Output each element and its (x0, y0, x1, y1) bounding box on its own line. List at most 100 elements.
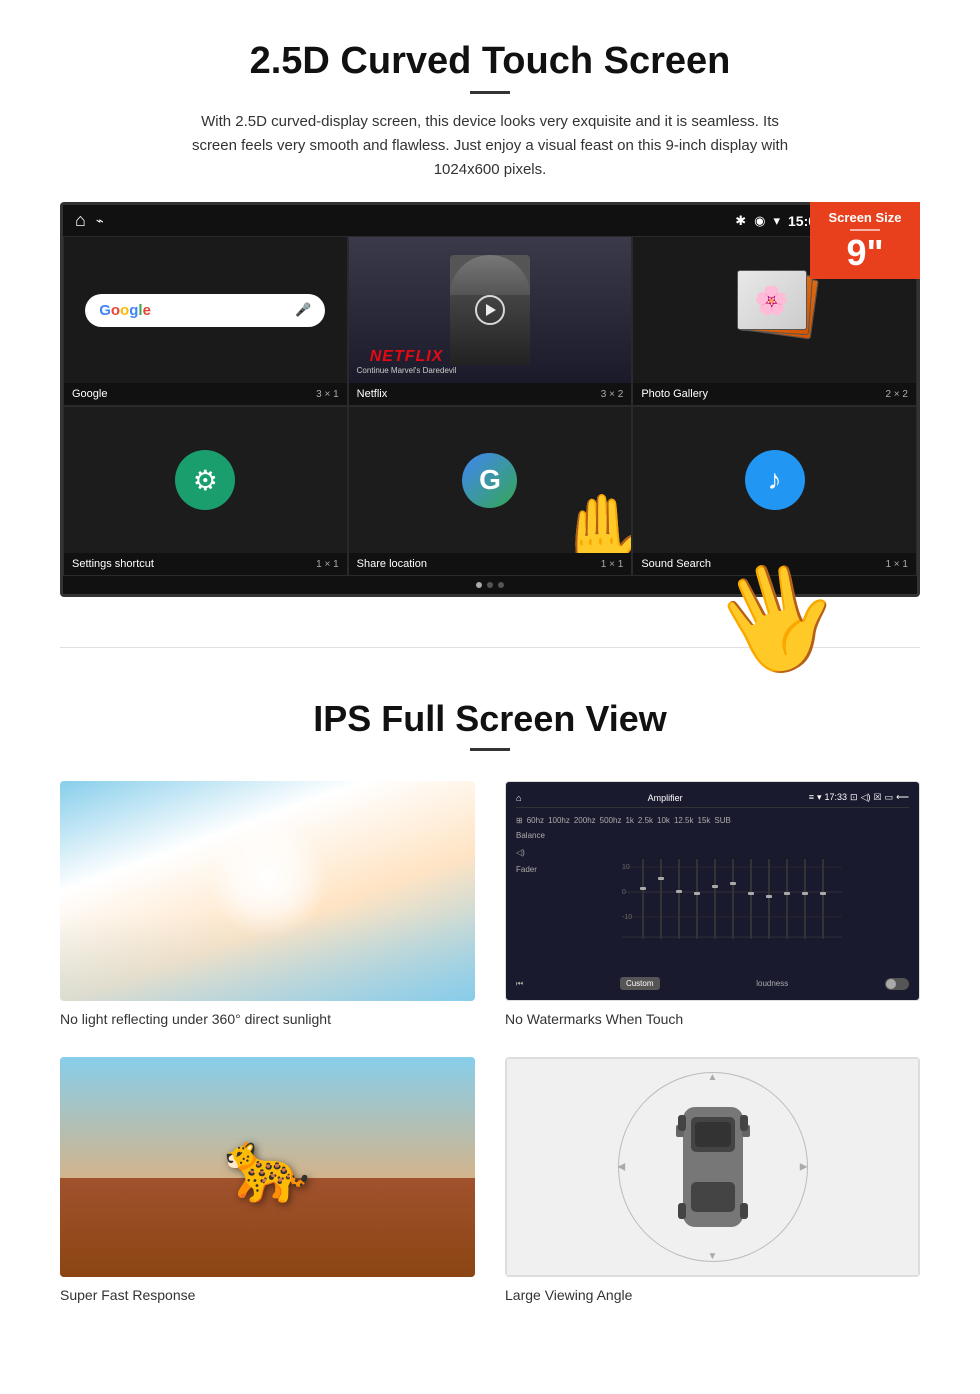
amp-custom-btn[interactable]: Custom (620, 977, 660, 990)
feature-watermark-image: ⌂ Amplifier ≡ ▾ 17:33 ⊡ ◁) ☒ ▭ ⟵ (505, 781, 920, 1001)
svg-text:0: 0 (622, 889, 626, 896)
settings-app-cell[interactable]: ⚙ Settings shortcut 1 × 1 (63, 406, 348, 576)
settings-icon-circle: ⚙ (175, 450, 235, 510)
viewing-angle-circle (618, 1072, 808, 1262)
play-button[interactable] (475, 295, 505, 325)
amp-wifi-icon: ▾ (817, 792, 822, 803)
car-caption: Large Viewing Angle (505, 1287, 920, 1303)
amp-footer: ⏮ Custom loudness (516, 977, 909, 990)
car-container: ▲ ▼ ◀ ▶ (613, 1067, 813, 1267)
sunlight-visual (60, 781, 475, 1001)
microphone-icon[interactable]: 🎤 (295, 302, 311, 318)
google-app-cell[interactable]: Google 🎤 Google 3 × 1 (63, 236, 348, 406)
title-divider (470, 91, 510, 94)
share-label-row: Share location 1 × 1 (349, 553, 632, 575)
badge-divider (850, 229, 880, 231)
wifi-icon: ▾ (773, 213, 780, 229)
gallery-label-size: 2 × 2 (885, 389, 908, 400)
google-app-content: Google 🎤 (64, 237, 347, 383)
dot-1[interactable] (476, 582, 482, 588)
amp-camera-icon: ⊡ (850, 792, 858, 803)
amp-eq-sliders: 10 0 -10 (555, 831, 909, 973)
bluetooth-icon: ✱ (735, 213, 746, 229)
badge-size: 9" (820, 235, 910, 271)
angle-arrow-top: ▲ (708, 1072, 718, 1083)
gear-icon: ⚙ (193, 464, 218, 497)
amp-screen-icon: ▭ (885, 792, 894, 803)
amp-eq-icon: ⊞ (516, 816, 523, 825)
svg-text:-10: -10 (622, 914, 632, 921)
angle-arrow-right: ▶ (800, 1162, 808, 1173)
home-icon[interactable]: ⌂ (75, 210, 86, 231)
amp-bat-icon: ☒ (874, 792, 882, 803)
settings-label-size: 1 × 1 (316, 559, 339, 570)
netflix-app-content: NETFLIX Continue Marvel's Daredevil (349, 237, 632, 383)
svg-text:10: 10 (622, 864, 630, 871)
amp-status-icons: ≡ ▾ 17:33 ⊡ ◁) ☒ ▭ ⟵ (809, 792, 909, 803)
angle-arrow-bottom: ▼ (708, 1251, 718, 1262)
app-grid: Google 🎤 Google 3 × 1 (63, 236, 917, 576)
feature-grid: No light reflecting under 360° direct su… (60, 781, 920, 1303)
amp-balance-label: Balance (516, 831, 551, 840)
amp-vol-label: ◁) (516, 848, 551, 857)
photo-card-1: 🌸 (737, 270, 807, 330)
google-label-row: Google 3 × 1 (64, 383, 347, 405)
share-app-content: G 🤚 (349, 407, 632, 553)
amp-freq-4: 500hz (600, 816, 622, 825)
amp-freq-labels: ⊞ 60hz 100hz 200hz 500hz 1k 2.5k 10k 12.… (516, 816, 909, 825)
gallery-label-row: Photo Gallery 2 × 2 (633, 383, 916, 405)
amp-freq-10: SUB (714, 816, 730, 825)
share-label-name: Share location (357, 558, 427, 570)
netflix-label-row: Netflix 3 × 2 (349, 383, 632, 405)
feature-cheetah-image: 🐆 (60, 1057, 475, 1277)
amp-freq-9: 15k (698, 816, 711, 825)
angle-arrow-left: ◀ (618, 1162, 626, 1173)
sound-label-row: Sound Search 1 × 1 (633, 553, 916, 575)
feature-watermark: ⌂ Amplifier ≡ ▾ 17:33 ⊡ ◁) ☒ ▭ ⟵ (505, 781, 920, 1027)
music-icon-circle: ♪ (745, 450, 805, 510)
feature-sunlight-image (60, 781, 475, 1001)
badge-label: Screen Size (820, 210, 910, 225)
amp-time: 17:33 (825, 792, 848, 803)
amp-loudness-label: loudness (756, 979, 788, 988)
dot-3[interactable] (498, 582, 504, 588)
dot-2[interactable] (487, 582, 493, 588)
photo-stack: 🌸 (735, 270, 815, 350)
amp-side-labels: Balance ◁) Fader (516, 831, 551, 973)
google-search-bar[interactable]: Google 🎤 (85, 294, 325, 327)
amp-freq-3: 200hz (574, 816, 596, 825)
cheetah-icon: 🐆 (224, 1126, 311, 1208)
section-separator (60, 647, 920, 648)
maps-icon: G (462, 453, 517, 508)
amp-title: Amplifier (648, 793, 683, 803)
amp-vol-icon: ◁) (861, 792, 871, 803)
ips-section: IPS Full Screen View No light reflecting… (0, 678, 980, 1343)
section1-title: 2.5D Curved Touch Screen (60, 40, 920, 83)
status-left: ⌂ ⌁ (75, 210, 104, 231)
music-note-icon: ♪ (768, 464, 782, 496)
amp-freq-7: 10k (657, 816, 670, 825)
screen-dots (63, 576, 917, 594)
feature-car-image: ▲ ▼ ◀ ▶ (505, 1057, 920, 1277)
sound-label-name: Sound Search (641, 558, 711, 570)
location-icon: ◉ (754, 213, 765, 229)
amp-freq-1: 60hz (527, 816, 544, 825)
netflix-logo-text: NETFLIX (357, 348, 457, 366)
sunlight-caption: No light reflecting under 360° direct su… (60, 1011, 475, 1027)
netflix-app-cell[interactable]: NETFLIX Continue Marvel's Daredevil Netf… (348, 236, 633, 406)
sound-label-size: 1 × 1 (885, 559, 908, 570)
section1-description: With 2.5D curved-display screen, this de… (190, 110, 790, 182)
section2-title: IPS Full Screen View (60, 698, 920, 740)
sound-app-cell[interactable]: ♪ Sound Search 1 × 1 (632, 406, 917, 576)
amp-freq-5: 1k (625, 816, 633, 825)
ips-divider (470, 748, 510, 751)
netflix-subtitle: Continue Marvel's Daredevil (357, 366, 457, 375)
google-label-size: 3 × 1 (316, 389, 339, 400)
share-app-cell[interactable]: G 🤚 Share location 1 × 1 (348, 406, 633, 576)
amp-header: ⌂ Amplifier ≡ ▾ 17:33 ⊡ ◁) ☒ ▭ ⟵ (516, 792, 909, 808)
settings-label-name: Settings shortcut (72, 558, 154, 570)
settings-app-content: ⚙ (64, 407, 347, 553)
amplifier-visual: ⌂ Amplifier ≡ ▾ 17:33 ⊡ ◁) ☒ ▭ ⟵ (506, 782, 919, 1000)
amp-toggle[interactable] (885, 978, 909, 990)
amp-freq-6: 2.5k (638, 816, 653, 825)
